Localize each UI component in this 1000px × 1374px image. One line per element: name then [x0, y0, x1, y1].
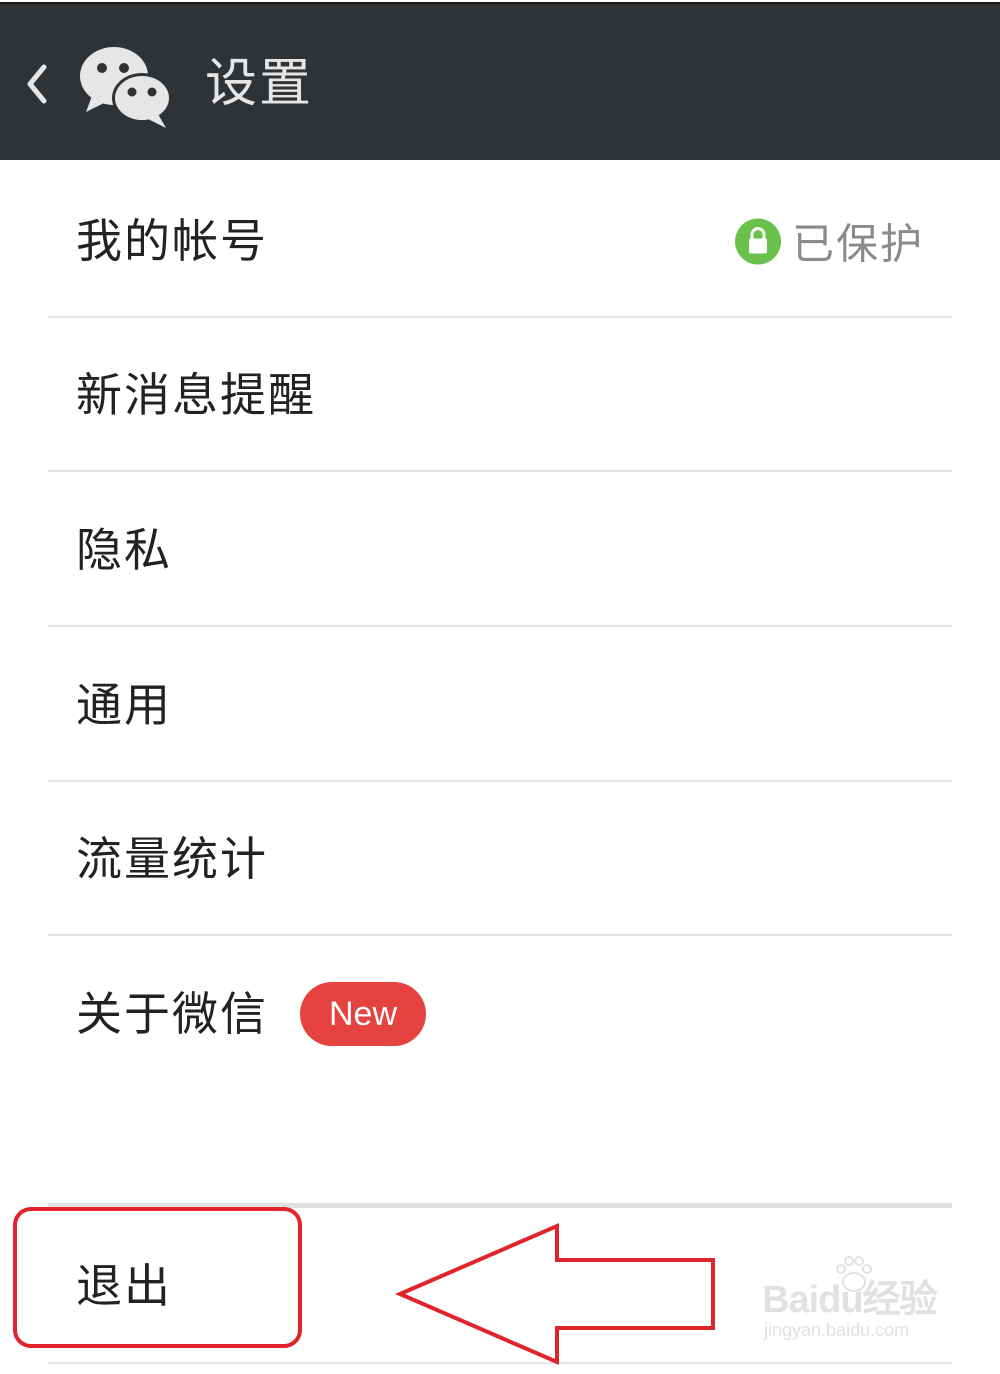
divider [48, 470, 952, 472]
watermark-url: jingyan.baidu.com [764, 1320, 910, 1340]
menu-item-label: 我的帐号 [76, 214, 268, 268]
menu-item-privacy[interactable]: 隐私 [0, 473, 1000, 627]
lock-icon [734, 218, 781, 264]
annotation-highlight-box [13, 1207, 302, 1348]
menu-item-my-account[interactable]: 我的帐号 已保护 [0, 164, 1000, 318]
menu-item-label: 流量统计 [76, 832, 268, 886]
settings-screen: 设置 我的帐号 已保护 新消息提醒 隐私 通用 流量统计 关于微信 New 退出… [0, 0, 1000, 1374]
menu-item-general[interactable]: 通用 [0, 628, 1000, 782]
menu-item-data-usage[interactable]: 流量统计 [0, 782, 1000, 936]
menu-item-about-wechat[interactable]: 关于微信 New [0, 937, 1000, 1091]
wechat-logo-icon [76, 42, 176, 130]
menu-item-label: 关于微信 [76, 987, 268, 1041]
menu-item-label: 隐私 [76, 523, 172, 577]
menu-item-label: 通用 [76, 678, 172, 732]
chevron-left-icon [27, 64, 47, 104]
back-button[interactable] [18, 59, 58, 109]
top-bar: 设置 [0, 2, 1000, 160]
menu-item-label: 新消息提醒 [76, 368, 316, 422]
new-badge: New [300, 982, 426, 1046]
watermark-logo-text: Baidu经验 [762, 1279, 938, 1321]
baidu-watermark: Baidu经验 jingyan.baidu.com [762, 1256, 952, 1352]
protected-status-text: 已保护 [791, 219, 924, 269]
menu-item-new-message-alert[interactable]: 新消息提醒 [0, 318, 1000, 472]
divider [48, 625, 952, 627]
annotation-arrow-left-icon [395, 1222, 715, 1366]
account-protected-status: 已保护 [734, 211, 924, 272]
page-title: 设置 [205, 54, 314, 114]
divider [48, 934, 952, 936]
